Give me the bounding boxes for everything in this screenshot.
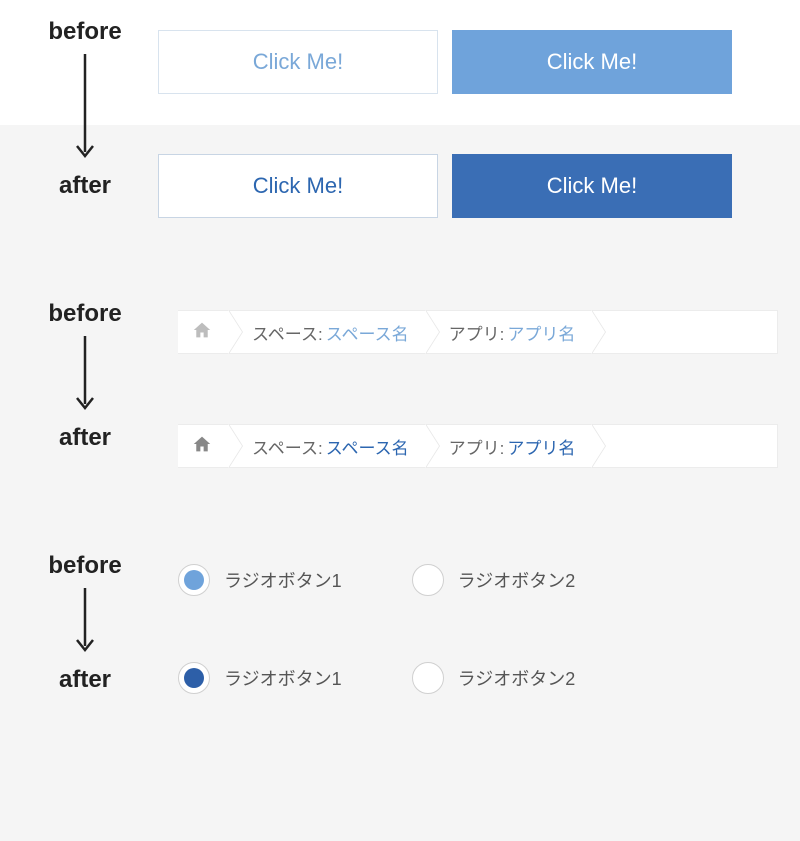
- button-label: Click Me!: [547, 49, 637, 75]
- button-filled-after[interactable]: Click Me!: [452, 154, 732, 218]
- arrow-down-icon: [30, 336, 140, 416]
- breadcrumb-space-link[interactable]: スペース名: [326, 434, 409, 459]
- breadcrumb-space[interactable]: スペース: スペース名: [230, 425, 427, 467]
- radio-circle-icon: [412, 564, 444, 596]
- breadcrumb-app-link[interactable]: アプリ名: [507, 434, 575, 459]
- radio-label: ラジオボタン1: [224, 665, 342, 691]
- breadcrumb-after: スペース: スペース名 アプリ: アプリ名: [178, 424, 778, 468]
- radio-option-1[interactable]: ラジオボタン1: [178, 662, 342, 694]
- arrow-down-icon: [30, 54, 140, 164]
- label-after: after: [30, 424, 140, 452]
- button-outline-after[interactable]: Click Me!: [158, 154, 438, 218]
- radio-option-2[interactable]: ラジオボタン2: [412, 564, 576, 596]
- button-label: Click Me!: [253, 49, 343, 75]
- label-before: before: [30, 18, 140, 46]
- button-filled-before[interactable]: Click Me!: [452, 30, 732, 94]
- breadcrumb-app-link[interactable]: アプリ名: [507, 320, 575, 345]
- home-icon: [192, 435, 212, 458]
- breadcrumb-app[interactable]: アプリ: アプリ名: [427, 425, 594, 467]
- radio-option-2[interactable]: ラジオボタン2: [412, 662, 576, 694]
- radio-row-before: ラジオボタン1 ラジオボタン2: [178, 560, 800, 600]
- radio-circle-icon: [178, 662, 210, 694]
- breadcrumb-app[interactable]: アプリ: アプリ名: [427, 311, 594, 353]
- label-before: before: [30, 552, 140, 580]
- section-breadcrumbs: before after スペース: スペース名 アプリ: アプリ名: [0, 260, 800, 520]
- radio-row-after: ラジオボタン1 ラジオボタン2: [178, 658, 800, 698]
- button-label: Click Me!: [253, 173, 343, 199]
- arrow-down-icon: [30, 588, 140, 658]
- breadcrumb-app-label: アプリ:: [449, 434, 505, 459]
- radio-label: ラジオボタン2: [458, 567, 576, 593]
- home-icon: [192, 321, 212, 344]
- label-after: after: [30, 172, 140, 200]
- breadcrumb-space[interactable]: スペース: スペース名: [230, 311, 427, 353]
- radio-option-1[interactable]: ラジオボタン1: [178, 564, 342, 596]
- breadcrumb-home[interactable]: [178, 425, 230, 467]
- radio-label: ラジオボタン2: [458, 665, 576, 691]
- label-after: after: [30, 666, 140, 694]
- label-before: before: [30, 300, 140, 328]
- breadcrumb-home[interactable]: [178, 311, 230, 353]
- breadcrumb-app-label: アプリ:: [449, 320, 505, 345]
- breadcrumb-space-link[interactable]: スペース名: [326, 320, 409, 345]
- button-outline-before[interactable]: Click Me!: [158, 30, 438, 94]
- breadcrumb-space-label: スペース:: [252, 434, 323, 459]
- breadcrumb-space-label: スペース:: [252, 320, 323, 345]
- breadcrumb-before: スペース: スペース名 アプリ: アプリ名: [178, 310, 778, 354]
- section-radios: before after ラジオボタン1 ラジオボタン2 ラジオボタン1 ラジオ…: [0, 520, 800, 780]
- radio-circle-icon: [412, 662, 444, 694]
- radio-circle-icon: [178, 564, 210, 596]
- section-buttons: before after Click Me! Click Me! Click M…: [0, 0, 800, 260]
- radio-label: ラジオボタン1: [224, 567, 342, 593]
- button-label: Click Me!: [547, 173, 637, 199]
